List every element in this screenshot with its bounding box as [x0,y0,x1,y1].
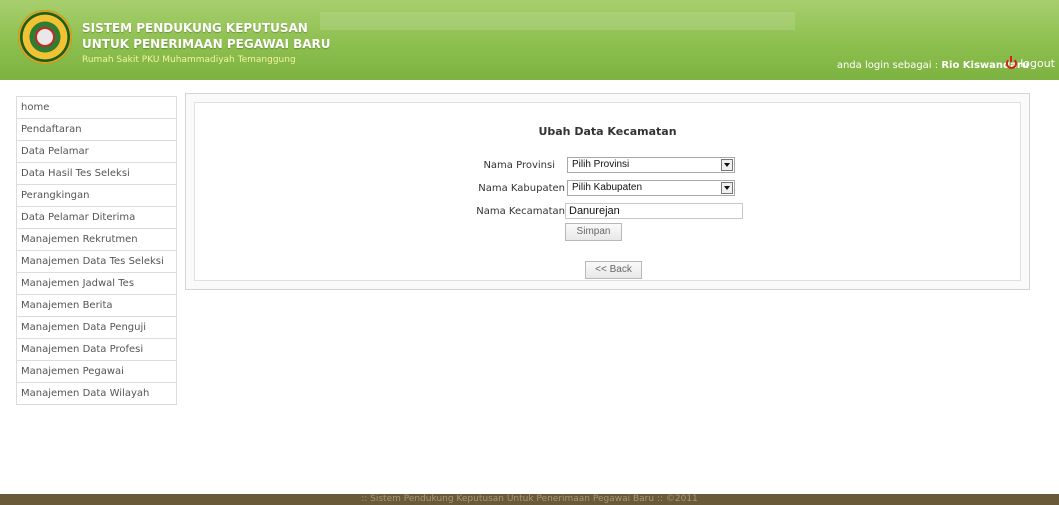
sidebar-item-manajemen-data-wilayah[interactable]: Manajemen Data Wilayah [17,383,176,405]
save-button[interactable]: Simpan [565,223,622,241]
sidebar-item-manajemen-pegawai[interactable]: Manajemen Pegawai [17,361,176,383]
login-info: anda login sebagai : Rio Kiswandaru [837,60,1029,71]
provinsi-label: Nama Provinsi [483,160,555,171]
logout-label: logout [1020,57,1055,70]
sidebar-item-manajemen-berita[interactable]: Manajemen Berita [17,295,176,317]
footer-bar: :: Sistem Pendukung Keputusan Untuk Pene… [0,494,1059,505]
app-title-line2: UNTUK PENERIMAAN PEGAWAI BARU [82,37,331,51]
content-panel: Ubah Data Kecamatan Nama Provinsi Pilih … [185,93,1030,290]
sidebar-item-manajemen-data-penguji[interactable]: Manajemen Data Penguji [17,317,176,339]
sidebar-item-data-hasil-tes-seleksi[interactable]: Data Hasil Tes Seleksi [17,163,176,185]
sidebar-item-manajemen-data-profesi[interactable]: Manajemen Data Profesi [17,339,176,361]
chevron-down-icon [721,159,733,171]
login-prefix: anda login sebagai : [836,60,939,71]
sidebar-item-manajemen-data-tes-seleksi[interactable]: Manajemen Data Tes Seleksi [17,251,176,273]
sidebar-item-manajemen-rekrutmen[interactable]: Manajemen Rekrutmen [17,229,176,251]
footer-text: :: Sistem Pendukung Keputusan Untuk Pene… [361,494,698,504]
kabupaten-select[interactable]: Pilih Kabupaten [567,180,735,196]
kecamatan-input[interactable]: Danurejan [565,203,743,219]
provinsi-selected: Pilih Provinsi [572,159,630,170]
provinsi-select[interactable]: Pilih Provinsi [567,157,735,173]
sidebar-menu: home Pendaftaran Data Pelamar Data Hasil… [16,96,177,405]
header-bar: SISTEM PENDUKUNG KEPUTUSAN UNTUK PENERIM… [0,0,1059,80]
app-title-line1: SISTEM PENDUKUNG KEPUTUSAN [82,21,308,35]
power-icon [1006,56,1018,69]
sidebar-item-home[interactable]: home [17,97,176,119]
form-title: Ubah Data Kecamatan [538,125,677,138]
sidebar-item-manajemen-jadwal-tes[interactable]: Manajemen Jadwal Tes [17,273,176,295]
sidebar-item-pendaftaran[interactable]: Pendaftaran [17,119,176,141]
sidebar-item-data-pelamar[interactable]: Data Pelamar [17,141,176,163]
sidebar-item-perangkingan[interactable]: Perangkingan [17,185,176,207]
sidebar-item-data-pelamar-diterima[interactable]: Data Pelamar Diterima [17,207,176,229]
kabupaten-label: Nama Kabupaten [478,183,565,194]
header-highlight [320,12,795,30]
chevron-down-icon [721,182,733,194]
form-container: Ubah Data Kecamatan Nama Provinsi Pilih … [194,102,1021,281]
kabupaten-selected: Pilih Kabupaten [572,182,643,193]
kecamatan-label: Nama Kecamatan [476,206,565,217]
app-subtitle: Rumah Sakit PKU Muhammadiyah Temanggung [82,55,296,65]
logout-link[interactable]: logout [1006,56,1055,70]
hospital-logo-icon [18,10,72,64]
back-button[interactable]: << Back [585,261,642,279]
